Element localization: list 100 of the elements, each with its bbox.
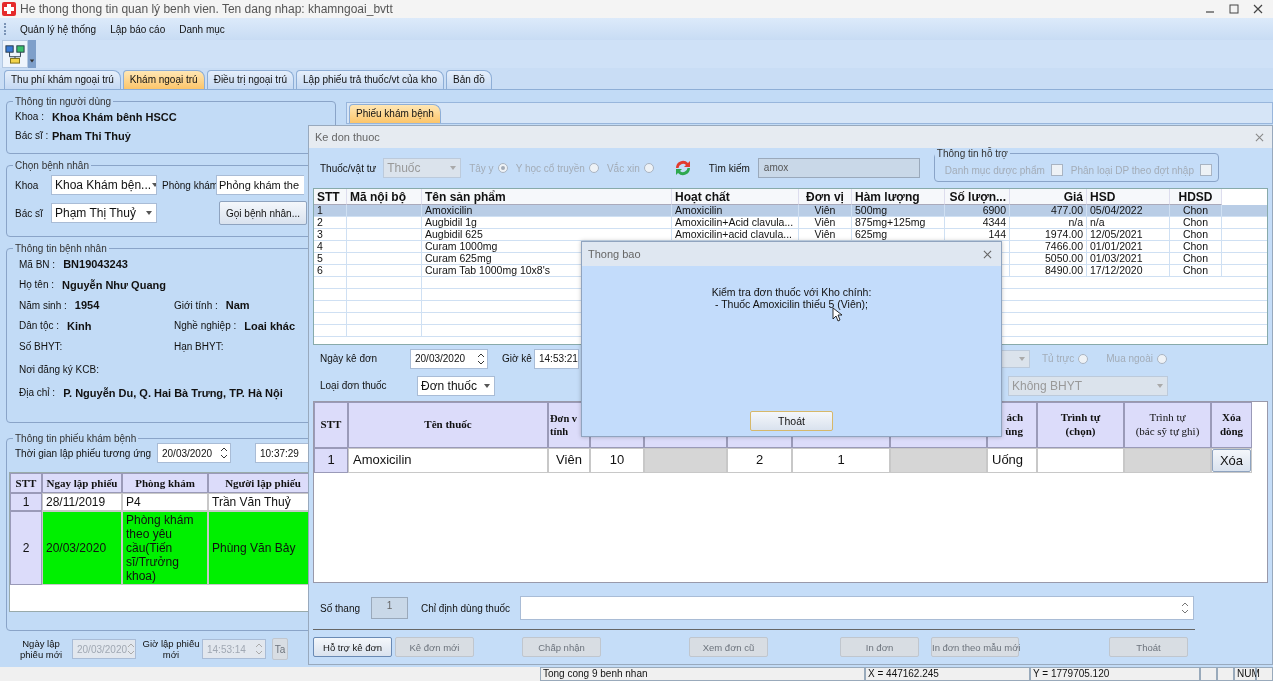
column-header[interactable]: Ngay lập phiếu [42, 473, 122, 493]
call-patient-button[interactable]: Gọi bệnh nhân... [219, 201, 307, 225]
toolbar-button[interactable] [2, 40, 28, 68]
room-dropdown[interactable]: Phỏng khám the [216, 175, 304, 195]
tab[interactable]: Phiếu khám bệnh [349, 104, 441, 123]
column-header[interactable]: HSD [1087, 189, 1170, 205]
column-header[interactable]: Tên sản phẩm [422, 189, 672, 205]
instructions-field[interactable] [520, 596, 1194, 620]
column-header[interactable]: Phòng khám [122, 473, 208, 493]
row-number[interactable]: 2 [10, 511, 42, 585]
table-cell: Chon [1170, 229, 1222, 240]
table-cell: 1 [314, 205, 347, 216]
table-cell: n/a [1010, 217, 1087, 228]
column-header[interactable]: Xóa dòng [1211, 402, 1252, 448]
field-label: Mã BN : [19, 258, 56, 270]
field-label: Năm sinh : [19, 299, 67, 311]
menu-item[interactable]: Quản lý hệ thống [20, 22, 97, 36]
checkbox-label: Phân loại DP theo đợt nhập [1070, 164, 1194, 176]
field-value: Loai khác [244, 319, 296, 332]
prescription-type-dropdown[interactable]: Đơn thuốc [417, 375, 495, 396]
table-cell: Amoxicilin+acid clavula... [672, 229, 799, 240]
spinner-icon[interactable] [477, 351, 485, 366]
menu-item[interactable]: Lập báo cáo [110, 22, 166, 36]
table-cell: Chon [1170, 217, 1222, 228]
field-value: BN19043243 [63, 258, 128, 271]
checkbox[interactable] [1050, 164, 1063, 176]
field-value: Pham Thi Thuỷ [52, 129, 131, 142]
table-cell: 12/05/2021 [1087, 229, 1170, 240]
column-header[interactable]: STT [314, 402, 348, 448]
tab[interactable]: Bản đồ [446, 70, 492, 89]
radio-label: Tây y [469, 162, 494, 174]
field-label: Bác sĩ : [15, 130, 50, 141]
radio-label: Mua ngoài [1106, 353, 1153, 364]
column-header[interactable]: Đơn vị [799, 189, 852, 205]
tab[interactable]: Khám ngoại trú [122, 70, 205, 89]
status-panel [1200, 667, 1217, 681]
maximize-icon[interactable] [1229, 4, 1239, 14]
dropdown-arrow-icon [483, 382, 491, 389]
table-cell: 6900 [945, 205, 1010, 216]
field-label: Thuốc/vật tư [320, 162, 377, 174]
date-field[interactable]: 20/03/2020 [410, 348, 488, 369]
tab[interactable]: Thu phí khám ngoại trú [4, 70, 121, 89]
table-cell: Amoxicilin [422, 205, 672, 216]
tab[interactable]: Lập phiếu trả thuốc/vt của kho [296, 70, 445, 89]
field-label: Dân tộc : [19, 320, 60, 332]
radio-button[interactable] [588, 163, 599, 173]
column-header[interactable]: Số lượn... [945, 189, 1010, 205]
department-dropdown[interactable]: Khoa Khám bện... [51, 175, 157, 195]
field-value: Nguyễn Như Quang [62, 278, 166, 291]
dropdown-arrow-icon [1156, 382, 1164, 389]
dropdown-arrow-icon [145, 210, 153, 216]
table-cell: 1974.00 [1010, 229, 1087, 240]
date-field[interactable]: 20/03/2020 [157, 443, 231, 463]
table-cell: 4 [314, 241, 347, 252]
menu-item[interactable]: Danh mục [179, 22, 225, 36]
column-header[interactable]: HDSD [1170, 189, 1222, 205]
search-field[interactable]: amox [757, 158, 920, 178]
table-cell: Augbidil 625 [422, 229, 672, 240]
field-label: Khoa [15, 179, 40, 191]
field-label: Phòng khám [162, 179, 216, 191]
table-cell: 8490.00 [1010, 265, 1087, 276]
doctor-dropdown[interactable]: Phạm Thị Thuỷ [51, 203, 157, 223]
table-cell: 477.00 [1010, 205, 1087, 216]
action-button[interactable]: Hỗ trợ kê đơn [313, 637, 392, 657]
doses-field[interactable]: 1 [371, 597, 409, 619]
spinner-icon [127, 642, 136, 656]
table-cell: 2 [727, 448, 792, 473]
create-button[interactable]: Ta [272, 638, 288, 660]
spinner-icon[interactable] [220, 446, 228, 460]
table-cell: Viên [799, 229, 852, 240]
radio-button[interactable] [1156, 353, 1167, 364]
delete-button[interactable]: Xóa [1212, 449, 1251, 472]
column-header[interactable]: Hoạt chất [672, 189, 799, 205]
table-cell: 625mg [852, 229, 945, 240]
tab[interactable]: Điều trị ngoại trú [206, 70, 295, 89]
time-field[interactable]: 14:53:21 [534, 348, 579, 369]
table-cell: 28/11/2019 [42, 493, 122, 511]
row-number[interactable]: 1 [314, 448, 348, 473]
table-cell: Viên [548, 448, 590, 473]
column-header[interactable]: STT [10, 473, 42, 493]
column-header[interactable]: STT [314, 189, 347, 205]
table-cell: 5050.00 [1010, 253, 1087, 264]
column-header[interactable]: Trình tự (bác sỹ tự ghi) [1124, 402, 1211, 448]
checkbox[interactable] [1199, 164, 1212, 176]
radio-button[interactable] [643, 163, 654, 173]
column-header[interactable]: Mã nội bộ [347, 189, 422, 205]
row-number[interactable]: 1 [10, 493, 42, 511]
radio-button[interactable] [497, 163, 508, 173]
status-panel [1217, 667, 1234, 681]
exit-button[interactable]: Thoát [750, 411, 833, 431]
close-icon[interactable] [1253, 4, 1263, 14]
radio-button[interactable] [1078, 353, 1089, 364]
column-header[interactable]: Giá [1010, 189, 1087, 205]
column-header[interactable]: Hàm lượng [852, 189, 945, 205]
close-icon[interactable] [983, 249, 992, 259]
field-label: Số BHYT: [19, 340, 63, 352]
column-header[interactable]: Tên thuốc [348, 402, 548, 448]
table-cell: Uống [987, 448, 1037, 473]
field-label: Giờ kê [502, 353, 533, 364]
column-header[interactable]: Trình tự (chọn) [1037, 402, 1124, 448]
